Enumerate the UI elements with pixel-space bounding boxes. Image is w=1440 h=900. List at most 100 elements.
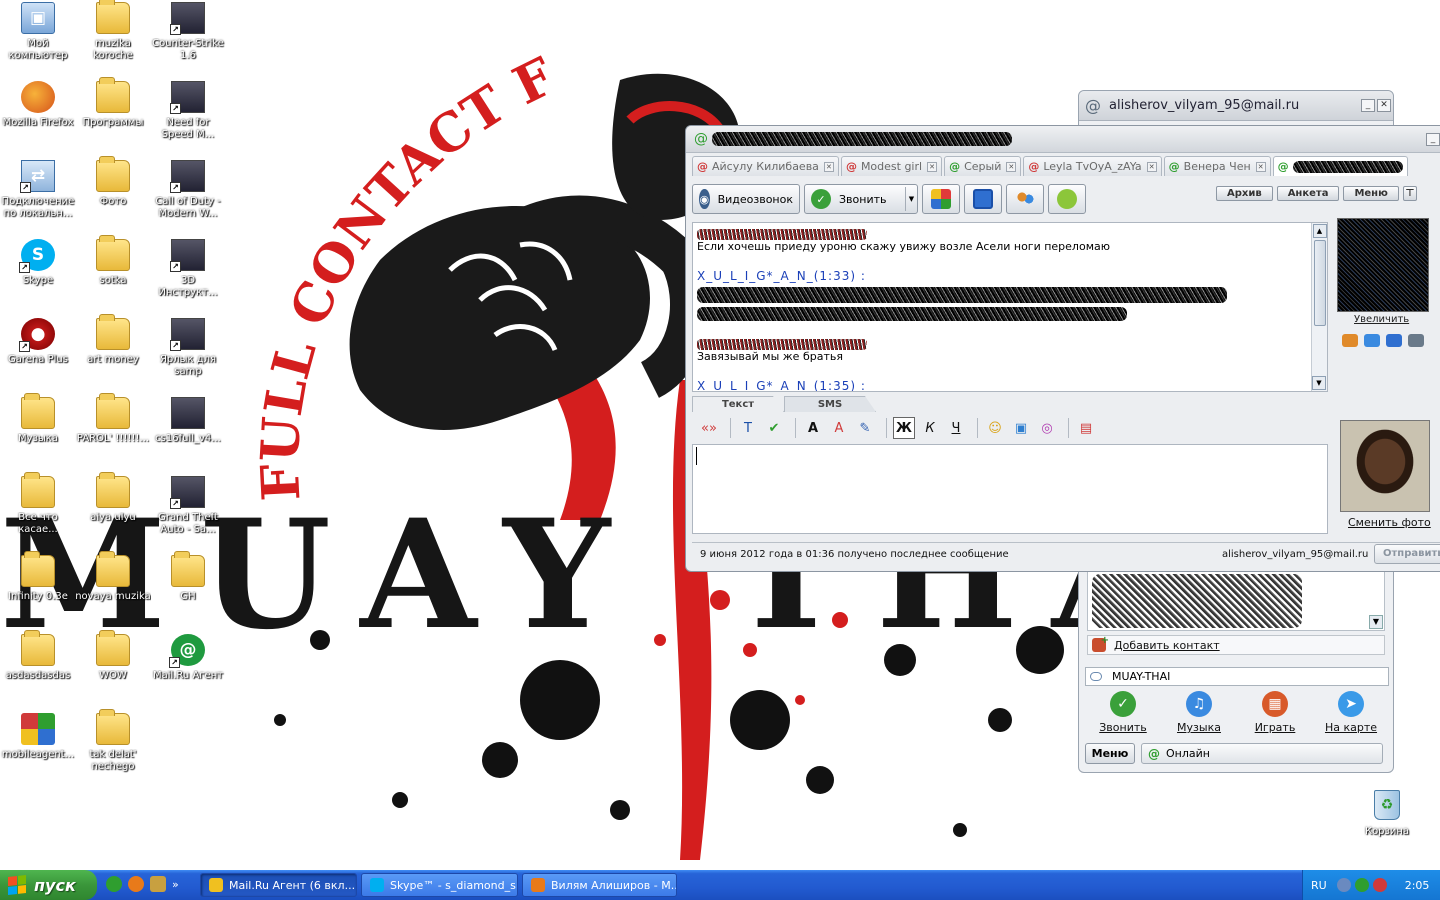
minimize-button[interactable]: _ — [1426, 132, 1440, 146]
own-avatar[interactable] — [1340, 420, 1430, 512]
tab-text[interactable]: Текст — [692, 396, 784, 412]
contact-window-titlebar[interactable]: @ alisherov_vilyam_95@mail.ru _ ✕ — [1079, 91, 1393, 121]
chat-tab[interactable]: @ Айсулу Килибаева ✕ — [692, 156, 839, 176]
change-photo-link[interactable]: Сменить фото — [1348, 516, 1431, 529]
minimize-button[interactable]: _ — [1361, 99, 1375, 112]
desktop-icon[interactable]: muzika koroche — [75, 0, 151, 62]
desktop-icon[interactable]: ▣ Мой компьютер — [0, 2, 76, 62]
close-tab-icon[interactable]: ✕ — [1255, 161, 1266, 172]
taskbar-button[interactable]: Вилям Алиширов - М... — [522, 873, 677, 897]
font-icon[interactable]: A — [802, 417, 824, 439]
zoom-avatar-link[interactable]: Увеличить — [1354, 314, 1409, 325]
chat-tab[interactable]: @ Modest girl ✕ — [840, 156, 943, 176]
history-scrollbar[interactable]: ▲ ▼ — [1311, 223, 1327, 391]
attach-button[interactable] — [1048, 184, 1086, 214]
add-contact-button[interactable]: Добавить контакт — [1087, 635, 1385, 655]
desktop-icon[interactable]: Фото — [75, 156, 151, 208]
desktop-icon[interactable]: Все что касае... — [0, 472, 76, 536]
highlight-icon[interactable]: ✎ — [854, 417, 876, 439]
message-history[interactable]: Если хочешь приеду уроню скажу увижу воз… — [692, 222, 1328, 392]
desktop-icon[interactable]: ↗ Ярлык для samp — [150, 318, 226, 378]
chat-tab[interactable]: @ Серый ✕ — [944, 156, 1022, 176]
font-color-icon[interactable]: A — [828, 417, 850, 439]
desktop-icon[interactable]: ● ↗ Garena Plus — [0, 318, 76, 366]
chat-menu-button[interactable]: Меню — [1343, 186, 1399, 201]
close-button[interactable]: ✕ — [1377, 99, 1391, 112]
close-tab-icon[interactable]: ✕ — [1006, 161, 1017, 172]
chat-window-titlebar[interactable]: @ _ — [686, 126, 1440, 153]
desktop-icon[interactable]: GH — [150, 551, 226, 603]
scroll-thumb[interactable] — [1313, 240, 1326, 326]
flash-icon[interactable]: ▣ — [1010, 417, 1032, 439]
tray-arrow-icon[interactable] — [1336, 878, 1351, 892]
contact-list[interactable]: ▼ — [1087, 569, 1385, 631]
call-dropdown-arrow[interactable]: ▼ — [905, 187, 917, 211]
desktop-icon[interactable]: ↗ Need for Speed M... — [150, 81, 226, 141]
desktop-icon[interactable]: art money — [75, 314, 151, 366]
desktop-icon[interactable]: Mozilla Firefox — [0, 81, 76, 129]
text-style-icon[interactable]: T — [737, 417, 759, 439]
desktop-icon[interactable]: PAROL' !!!!!!... — [75, 393, 151, 445]
desktop-icon[interactable]: WOW — [75, 630, 151, 682]
tab-sms[interactable]: SMS — [784, 396, 876, 412]
antivirus-icon[interactable] — [1372, 878, 1387, 892]
contacts-button[interactable] — [1006, 184, 1044, 214]
desktop-icon[interactable]: ↗ Call of Duty - Modern W... — [150, 160, 226, 220]
spellcheck-icon[interactable]: ✔ — [763, 417, 785, 439]
taskbar-button[interactable]: Skype™ - s_diamond_s — [361, 873, 518, 897]
close-tab-icon[interactable]: ✕ — [927, 161, 938, 172]
language-indicator[interactable]: RU — [1311, 879, 1327, 892]
scroll-down-arrow[interactable]: ▼ — [1312, 376, 1326, 390]
start-button[interactable]: пуск — [0, 870, 97, 900]
scroll-up-arrow[interactable]: ▲ — [1312, 224, 1327, 238]
contact-menu-button[interactable]: Меню — [1085, 743, 1135, 764]
contact-avatar[interactable] — [1337, 218, 1429, 312]
profile-icon[interactable] — [1342, 334, 1358, 347]
recycle-bin[interactable]: ♻ Корзина — [1350, 790, 1424, 837]
desktop-icon[interactable]: tak delat' nechego — [75, 709, 151, 773]
desktop-icon[interactable]: cs16full_v4... — [150, 397, 226, 445]
mailru-tray-icon[interactable] — [1354, 878, 1369, 892]
save-button[interactable] — [964, 184, 1002, 214]
app-icon[interactable] — [150, 876, 166, 892]
games-button[interactable] — [922, 184, 960, 214]
desktop-icon[interactable]: Программы — [75, 77, 151, 129]
send-button[interactable]: Отправить — [1374, 544, 1440, 564]
chat-tab[interactable]: @ Leyla TvOyA_zAYa ✕ — [1023, 156, 1162, 176]
desktop-icon[interactable]: Музыка — [0, 393, 76, 445]
desktop-icon[interactable]: ↗ Grand Theft Auto - Sa... — [150, 476, 226, 536]
close-tab-icon[interactable]: ✕ — [823, 161, 834, 172]
chat-tab-active[interactable]: @ — [1272, 156, 1408, 176]
desktop-icon[interactable]: ↗ 3D Инструкт... — [150, 239, 226, 299]
quick-action-button[interactable]: ✓ Звонить — [1088, 691, 1158, 737]
archive-button[interactable]: Архив — [1216, 186, 1273, 201]
call-button[interactable]: ✓ Звонить ▼ — [804, 184, 918, 214]
camera-icon[interactable] — [1386, 334, 1402, 347]
quick-action-button[interactable]: ♫ Музыка — [1164, 691, 1234, 737]
desktop-icon[interactable]: novaya muzika — [75, 551, 151, 603]
status-text-input[interactable]: MUAY-THAI — [1085, 667, 1389, 686]
desktop-icon[interactable]: asdasdasdas — [0, 630, 76, 682]
video-call-button[interactable]: ◉ Видеозвонок — [692, 184, 800, 214]
pin-icon[interactable]: ⊤ — [1402, 186, 1417, 201]
desktop-icon[interactable]: Infinity 0.3e — [0, 551, 76, 603]
edit-icon[interactable] — [1364, 334, 1380, 347]
desktop-icon[interactable]: aiya ulyu — [75, 472, 151, 524]
underline-button[interactable]: Ч — [945, 417, 967, 439]
desktop-icon[interactable]: sotka — [75, 235, 151, 287]
chat-window[interactable]: @ _ @ Айсулу Килибаева ✕ @ Modest girl ✕ @ Серы… — [685, 125, 1440, 572]
smiley-icon[interactable]: ☺ — [984, 417, 1006, 439]
online-status-select[interactable]: @ Онлайн — [1141, 743, 1383, 764]
alarm-icon[interactable]: ◎ — [1036, 417, 1058, 439]
screenshot-icon[interactable]: ▤ — [1075, 417, 1097, 439]
desktop-icon[interactable]: mobileagent... — [0, 713, 76, 761]
profile-button[interactable]: Анкета — [1276, 186, 1340, 201]
close-tab-icon[interactable]: ✕ — [1146, 161, 1157, 172]
message-input[interactable] — [692, 444, 1328, 534]
chat-tab[interactable]: @ Венера Чен ✕ — [1163, 156, 1271, 176]
quote-icon[interactable]: «» — [698, 417, 720, 439]
quick-action-button[interactable]: ➤ На карте — [1316, 691, 1386, 737]
bold-button[interactable]: Ж — [893, 417, 915, 439]
scroll-down-arrow[interactable]: ▼ — [1369, 615, 1383, 629]
mailru-agent-icon[interactable] — [106, 876, 122, 892]
